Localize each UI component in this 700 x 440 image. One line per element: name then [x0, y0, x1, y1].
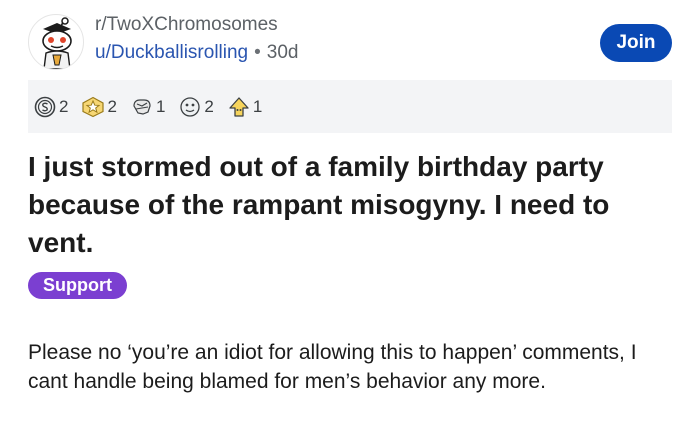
award-count: 1	[155, 96, 166, 116]
award-upvote[interactable]: 1	[228, 96, 262, 118]
snoo-avatar-icon[interactable]	[28, 14, 84, 70]
meta-separator: •	[254, 42, 261, 63]
post-meta: u/Duckballisrolling • 30d	[95, 42, 298, 64]
subreddit-name[interactable]: r/TwoXChromosomes	[95, 14, 278, 36]
username-link[interactable]: u/Duckballisrolling	[95, 42, 248, 63]
award-silver[interactable]: 2	[34, 96, 68, 118]
awards-bar[interactable]: 2 2 1 2 1	[28, 80, 672, 133]
award-wholesome[interactable]: 1	[131, 96, 165, 118]
gold-star-award-icon	[82, 96, 105, 118]
post-body: Please no ‘you’re an idiot for allowing …	[28, 341, 637, 393]
award-gold[interactable]: 2	[82, 96, 117, 118]
award-count: 2	[107, 96, 117, 116]
post-flair[interactable]: Support	[28, 272, 127, 299]
join-button[interactable]: Join	[600, 24, 672, 62]
upvote-award-icon	[228, 96, 250, 118]
award-count: 2	[59, 96, 69, 116]
helpful-award-icon	[179, 96, 201, 118]
post-header: r/TwoXChromosomes u/Duckballisrolling • 30…	[28, 10, 672, 74]
wholesome-award-icon	[131, 96, 153, 118]
post-title[interactable]: I just stormed out of a family birthday …	[28, 148, 678, 262]
award-helpful[interactable]: 2	[179, 96, 214, 118]
post-age: 30d	[266, 42, 299, 63]
award-count: 1	[252, 96, 263, 116]
silver-award-icon	[34, 96, 56, 118]
award-count: 2	[204, 96, 214, 116]
